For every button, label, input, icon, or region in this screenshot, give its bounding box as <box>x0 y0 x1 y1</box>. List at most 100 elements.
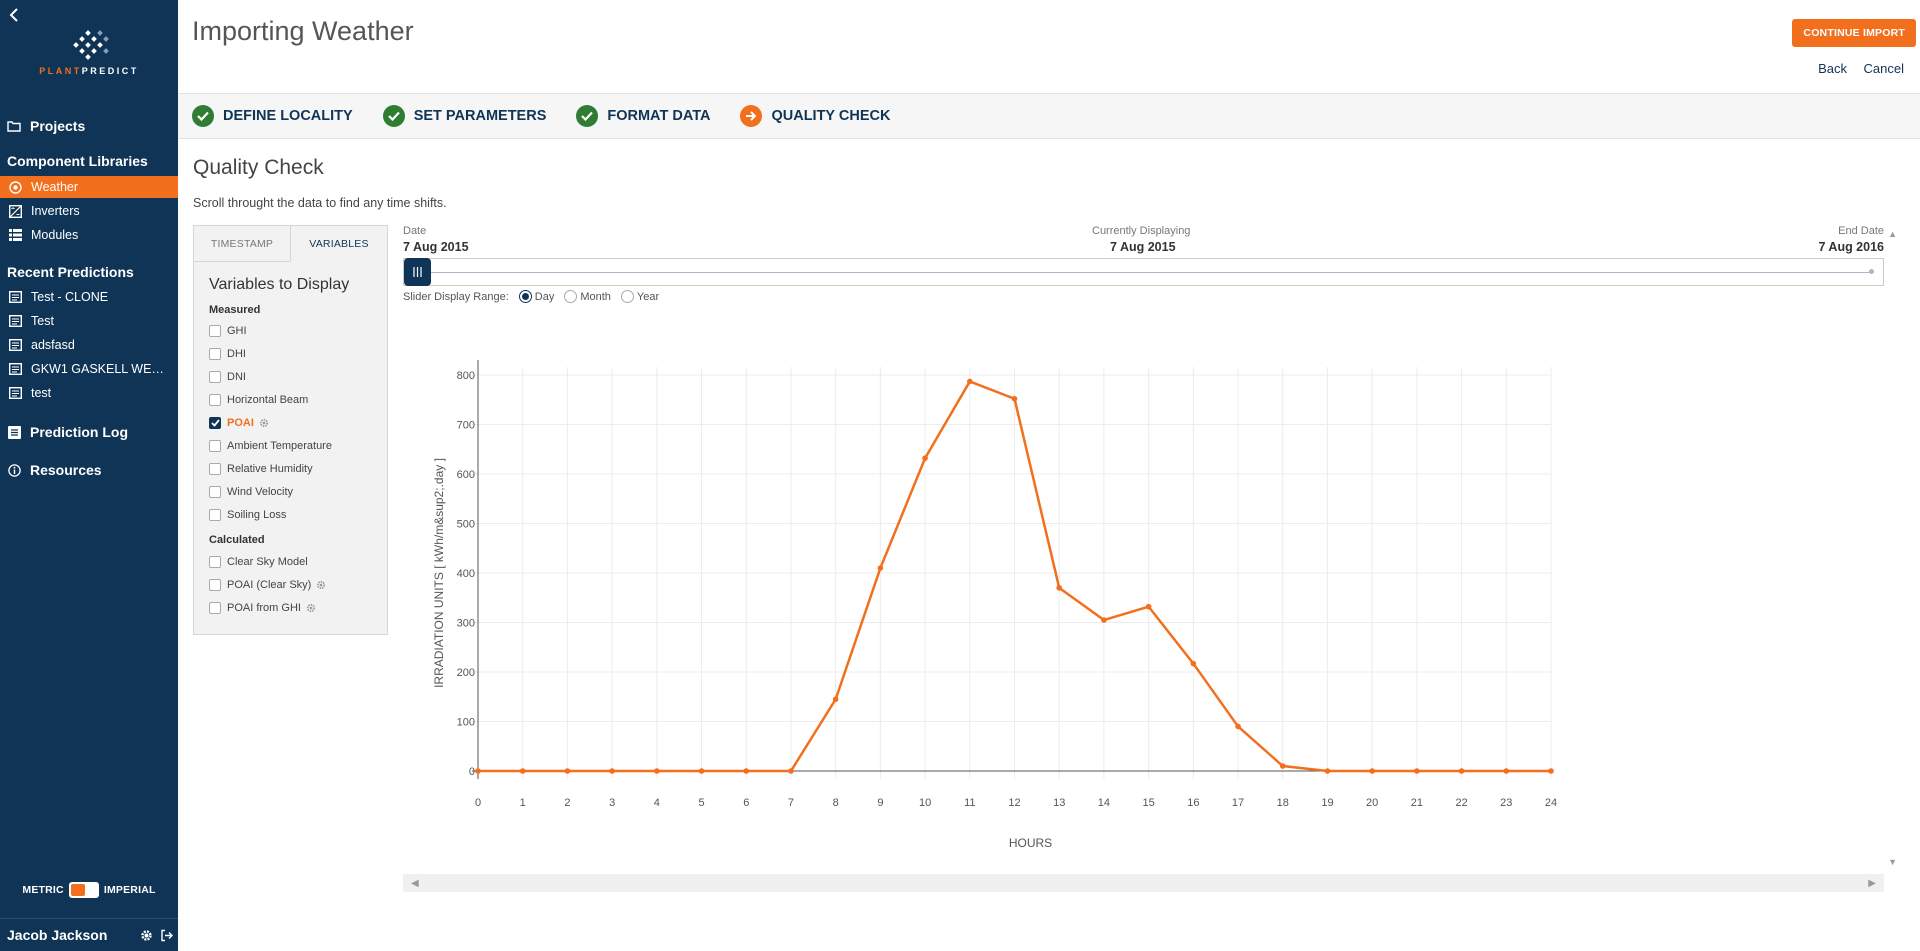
slider-handle[interactable] <box>404 258 431 286</box>
variable-label: DNI <box>227 371 246 383</box>
grip-icon <box>413 267 422 277</box>
variables-title: Variables to Display <box>209 276 350 293</box>
checkbox[interactable] <box>209 348 221 360</box>
variable-dhi[interactable]: DHI <box>209 348 246 360</box>
variables-panel: TIMESTAMP VARIABLES Variables to Display… <box>193 225 388 635</box>
checkbox[interactable] <box>209 486 221 498</box>
data-point <box>1101 617 1107 623</box>
calculated-heading: Calculated <box>209 534 265 546</box>
checkbox[interactable] <box>209 440 221 452</box>
recent-item[interactable]: adsfasd <box>0 334 178 356</box>
current-display-value: 7 Aug 2015 <box>1110 240 1176 254</box>
step-label: QUALITY CHECK <box>771 108 891 124</box>
step-quality-check[interactable]: QUALITY CHECK <box>740 105 890 127</box>
variable-ambient-temperature[interactable]: Ambient Temperature <box>209 440 332 452</box>
variable-relative-humidity[interactable]: Relative Humidity <box>209 463 313 475</box>
settings-cog-icon[interactable] <box>316 580 326 590</box>
variable-wind-velocity[interactable]: Wind Velocity <box>209 486 293 498</box>
x-tick-label: 8 <box>833 797 839 809</box>
current-display-label: Currently Displaying <box>1092 225 1191 237</box>
checkbox[interactable] <box>209 556 221 568</box>
x-tick-label: 19 <box>1321 797 1333 809</box>
y-tick-label: 200 <box>457 667 475 679</box>
nav-prediction-log[interactable]: Prediction Log <box>0 420 178 444</box>
recent-item-label: Test <box>31 314 54 328</box>
step-set-parameters[interactable]: SET PARAMETERS <box>382 105 546 127</box>
nav-resources[interactable]: Resources <box>0 458 178 482</box>
checkbox[interactable] <box>209 371 221 383</box>
variable-horizontal-beam[interactable]: Horizontal Beam <box>209 394 308 406</box>
radio-month[interactable] <box>564 290 578 303</box>
checkbox-checked[interactable] <box>209 417 221 429</box>
tab-timestamp[interactable]: TIMESTAMP <box>194 226 290 261</box>
data-point <box>1503 768 1510 774</box>
x-tick-label: 23 <box>1500 797 1512 809</box>
checkbox[interactable] <box>209 394 221 406</box>
nav-item-modules[interactable]: Modules <box>0 224 178 246</box>
data-point <box>1414 768 1420 774</box>
data-point <box>788 768 794 774</box>
checkbox[interactable] <box>209 602 221 614</box>
irradiation-chart: 0 1 2 3 4 5 6 7 8 9 10 11 12 13 14 15 16 17 18 19 20 21 22 23 24… <box>403 340 1884 860</box>
date-slider[interactable] <box>403 258 1884 286</box>
variable-soiling-loss[interactable]: Soiling Loss <box>209 509 286 521</box>
recent-item[interactable]: Test <box>0 310 178 332</box>
horizontal-scrollbar[interactable]: ◀ ▶ <box>403 874 1884 892</box>
data-point <box>1279 763 1286 769</box>
units-imperial-label: IMPERIAL <box>103 884 156 896</box>
scroll-right-icon[interactable]: ▶ <box>1868 878 1876 889</box>
back-link[interactable]: Back <box>1818 61 1847 76</box>
settings-cog-icon[interactable] <box>259 418 269 428</box>
variable-clear-sky-model[interactable]: Clear Sky Model <box>209 556 308 568</box>
radio-day-label: Day <box>534 290 555 303</box>
tab-variables[interactable]: VARIABLES <box>290 226 387 262</box>
start-date-value: 7 Aug 2015 <box>403 240 469 254</box>
scroll-up-icon[interactable]: ▲ <box>1888 229 1897 239</box>
recent-item-label: Test - CLONE <box>31 290 109 304</box>
checkbox[interactable] <box>209 463 221 475</box>
settings-cog-icon[interactable] <box>306 603 316 613</box>
scroll-down-icon[interactable]: ▼ <box>1888 857 1897 867</box>
checkbox[interactable] <box>209 509 221 521</box>
end-date-value: 7 Aug 2016 <box>1818 240 1884 254</box>
x-tick-label: 17 <box>1232 797 1244 809</box>
logout-icon[interactable] <box>158 927 174 943</box>
data-point <box>832 696 839 703</box>
continue-import-button[interactable]: CONTINUE IMPORT <box>1792 19 1916 47</box>
nav-projects[interactable]: Projects <box>0 114 178 138</box>
page-header: Importing Weather CONTINUE IMPORT Back C… <box>178 0 1920 93</box>
component-libraries-heading: Component Libraries <box>7 153 148 169</box>
x-tick-label: 11 <box>964 797 975 809</box>
recent-item[interactable]: Test - CLONE <box>0 286 178 308</box>
nav-prediction-log-label: Prediction Log <box>30 424 128 440</box>
data-point <box>475 768 481 774</box>
variable-dni[interactable]: DNI <box>209 371 246 383</box>
cancel-link[interactable]: Cancel <box>1864 61 1904 76</box>
nav-item-modules-label: Modules <box>31 228 79 242</box>
step-define-locality[interactable]: DEFINE LOCALITY <box>192 105 353 127</box>
data-point <box>564 768 571 774</box>
x-tick-label: 21 <box>1411 797 1423 809</box>
recent-item[interactable]: test <box>0 382 178 404</box>
variable-label: Ambient Temperature <box>227 440 332 452</box>
radio-day[interactable] <box>518 290 532 303</box>
step-format-data[interactable]: FORMAT DATA <box>576 105 710 127</box>
gear-icon[interactable] <box>138 927 154 943</box>
nav-item-weather[interactable]: Weather <box>0 176 178 198</box>
radio-year[interactable] <box>620 290 634 303</box>
checkbox[interactable] <box>209 579 221 591</box>
collapse-sidebar-icon[interactable] <box>6 8 22 28</box>
app-logo[interactable]: PLANTPREDICT <box>0 30 178 76</box>
nav-item-inverters[interactable]: Inverters <box>0 200 178 222</box>
data-point <box>966 378 973 385</box>
variable-poai-from-ghi[interactable]: POAI from GHI <box>209 602 316 614</box>
units-switch[interactable] <box>68 882 99 898</box>
scroll-left-icon[interactable]: ◀ <box>411 878 419 889</box>
variable-poai[interactable]: POAI <box>209 417 269 429</box>
radio-month-label: Month <box>580 290 611 303</box>
variable-ghi[interactable]: GHI <box>209 325 247 337</box>
variable-poai-clear-sky[interactable]: POAI (Clear Sky) <box>209 579 326 591</box>
checkbox[interactable] <box>209 325 221 337</box>
variable-label: Horizontal Beam <box>227 394 309 406</box>
recent-item[interactable]: GKW1 GASKELL WEST... <box>0 358 178 380</box>
